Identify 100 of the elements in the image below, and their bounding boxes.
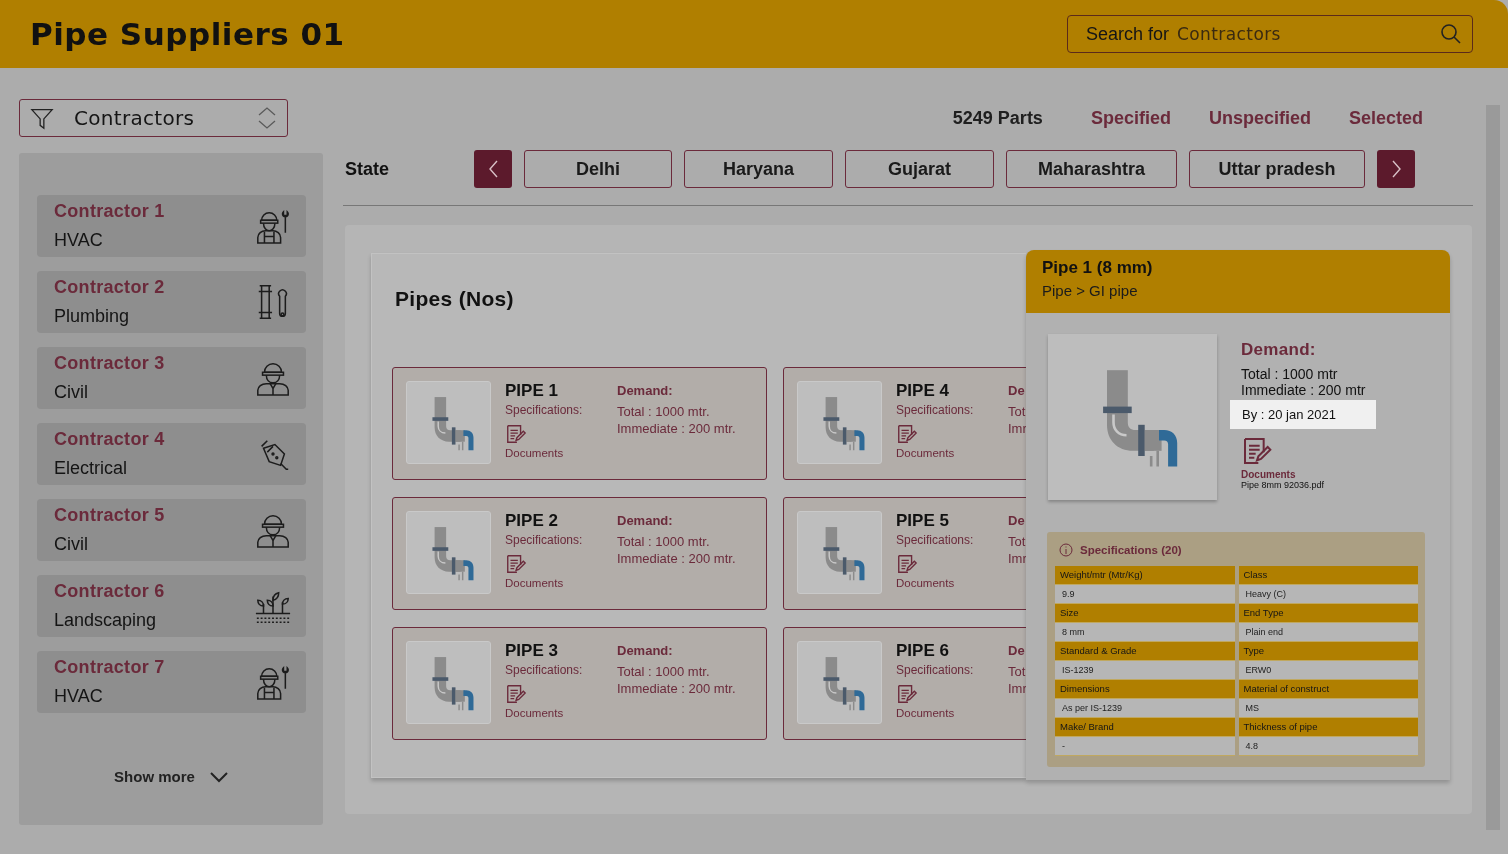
spec-label: Dimensions [1055, 680, 1235, 699]
contractor-category: Plumbing [54, 306, 131, 327]
demand-immediate: Immediate : 200 mtr. [617, 551, 736, 566]
hardhat-worker-wrench-icon [254, 207, 292, 245]
detail-title: Pipe 1 (8 mm) [1042, 258, 1154, 278]
filter-link[interactable]: Specified [1090, 107, 1171, 129]
contractor-name: Contractor 6 [54, 581, 166, 602]
documents-link[interactable]: Documents [505, 707, 564, 719]
filter-link[interactable]: Unspecified [1208, 107, 1311, 129]
filter-icon [30, 106, 54, 130]
contractor-category: Civil [54, 382, 89, 403]
documents-link[interactable]: Documents [505, 577, 564, 589]
spec-label: Type [1238, 642, 1418, 661]
contractor-item[interactable]: Contractor 2 Plumbing [37, 271, 306, 333]
pipe-card[interactable]: PIPE 6 Specifications: Documents De Tot Imr [783, 627, 1026, 740]
pipe-name: PIPE 5 [896, 511, 949, 531]
spec-value: 4.8 [1238, 737, 1418, 756]
contractor-name: Contractor 7 [54, 657, 166, 678]
specifications-label: Specifications: [896, 663, 974, 677]
search-label: Search for [1086, 23, 1170, 45]
pipe-card[interactable]: PIPE 1 Specifications: Documents Demand: Total : 1000 mtr. Immediate : 200 mtr. [392, 367, 767, 480]
spec-label: Material of construct [1238, 680, 1418, 699]
pipe-name: PIPE 6 [896, 641, 949, 661]
demand-label: Demand: [617, 383, 674, 398]
contractor-name: Contractor 1 [54, 201, 166, 222]
demand-label: De [1008, 513, 1026, 528]
contractor-name: Contractor 4 [54, 429, 166, 450]
state-chip[interactable]: Uttar pradesh [1189, 150, 1365, 188]
state-chip[interactable]: Delhi [524, 150, 672, 188]
search-placeholder: Contractors [1177, 24, 1282, 44]
filter-link[interactable]: Selected [1348, 107, 1423, 129]
contractor-item[interactable]: Contractor 7 HVAC [37, 651, 306, 713]
file-link[interactable]: Pipe 8mm 92036.pdf [1241, 480, 1325, 490]
due-date: By : 20 jan 2021 [1230, 400, 1376, 429]
specifications-title: Specifications (20) [1080, 544, 1182, 556]
pipe-name: PIPE 2 [505, 511, 558, 531]
specifications-label: Specifications: [505, 663, 583, 677]
demand-total: Total : 1000 mtr. [617, 404, 711, 419]
pipe-name: PIPE 3 [505, 641, 558, 661]
contractor-filter-dropdown[interactable]: Contractors [19, 99, 288, 137]
spec-label: Weight/mtr (Mtr/Kg) [1055, 566, 1235, 585]
search-icon [1440, 23, 1462, 45]
contractor-item[interactable]: Contractor 1 HVAC [37, 195, 306, 257]
demand-total: Tot [1008, 664, 1026, 679]
previous-button[interactable] [474, 150, 512, 188]
state-label: State [345, 158, 390, 180]
spec-value: 8 mm [1055, 623, 1235, 642]
documents-link[interactable]: Documents [896, 707, 955, 719]
pipe-card[interactable]: PIPE 2 Specifications: Documents Demand: Total : 1000 mtr. Immediate : 200 mtr. [392, 497, 767, 610]
specifications-label: Specifications: [896, 403, 974, 417]
spec-label: Class [1238, 566, 1418, 585]
show-more-button[interactable]: Show more [108, 767, 235, 786]
spec-value: MS [1238, 699, 1418, 718]
specifications-label: Specifications: [896, 533, 974, 547]
spec-label: Standard & Grade [1055, 642, 1235, 661]
spec-value: ERW0 [1238, 661, 1418, 680]
demand-total: Total : 1000 mtr. [617, 534, 711, 549]
document-icon [505, 683, 527, 705]
specifications-label: Specifications: [505, 533, 583, 547]
demand-total: Tot [1008, 534, 1026, 549]
chevron-down-icon [208, 770, 229, 783]
contractor-item[interactable]: Contractor 6 Landscaping [37, 575, 306, 637]
spec-value: IS-1239 [1055, 661, 1235, 680]
pipe-card[interactable]: PIPE 5 Specifications: Documents De Tot Imr [783, 497, 1026, 610]
next-button[interactable] [1377, 150, 1415, 188]
spec-value: 9.9 [1055, 585, 1235, 604]
spec-label: Make/ Brand [1055, 718, 1235, 737]
spec-label: Size [1055, 604, 1235, 623]
contractor-item[interactable]: Contractor 4 Electrical [37, 423, 306, 485]
pipe-name: PIPE 1 [505, 381, 558, 401]
contractor-name: Contractor 2 [54, 277, 166, 298]
state-chip[interactable]: Haryana [684, 150, 833, 188]
documents-link[interactable]: Documents [505, 447, 564, 459]
pipe-card[interactable]: PIPE 4 Specifications: Documents De Tot Imr [783, 367, 1026, 480]
state-chip[interactable]: Maharashtra [1006, 150, 1177, 188]
demand-immediate: Immediate : 200 mtr. [617, 681, 736, 696]
pipe-card[interactable]: PIPE 3 Specifications: Documents Demand: Total : 1000 mtr. Immediate : 200 mtr. [392, 627, 767, 740]
contractor-item[interactable]: Contractor 3 Civil [37, 347, 306, 409]
document-icon [896, 553, 918, 575]
contractor-category: HVAC [54, 686, 104, 707]
demand-label: Demand: [1241, 340, 1316, 360]
chevron-right-icon [1390, 160, 1402, 178]
contractor-category: HVAC [54, 230, 104, 251]
search-field[interactable]: Search for Contractors [1067, 15, 1473, 53]
contractor-item[interactable]: Contractor 5 Civil [37, 499, 306, 561]
document-icon [505, 423, 527, 445]
demand-total: Tot [1008, 404, 1026, 419]
state-chip[interactable]: Gujarat [845, 150, 994, 188]
document-icon [896, 683, 918, 705]
demand-label: De [1008, 643, 1026, 658]
document-icon [1241, 435, 1273, 467]
demand-label: Demand: [617, 513, 674, 528]
documents-link[interactable]: Documents [896, 577, 955, 589]
up-down-chevron-icon [257, 106, 277, 130]
document-icon [896, 423, 918, 445]
contractor-category: Landscaping [54, 610, 158, 631]
pipe-name: PIPE 4 [896, 381, 949, 401]
documents-link[interactable]: Documents [896, 447, 955, 459]
demand-total: Total : 1000 mtr. [617, 664, 711, 679]
specifications-label: Specifications: [505, 403, 583, 417]
